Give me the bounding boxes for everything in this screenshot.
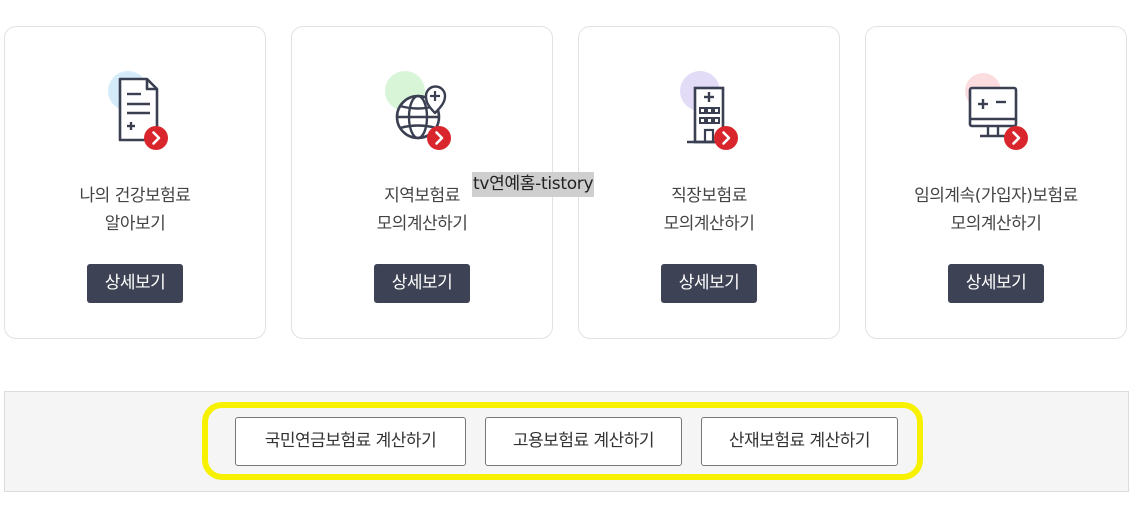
globe-pin-icon [382,71,462,151]
document-plus-icon [95,71,175,151]
hospital-building-icon [669,71,749,151]
card-title-line2: 모의계산하기 [950,214,1042,234]
card-my-health-insurance[interactable]: 나의 건강보험료 알아보기 상세보기 [4,26,266,339]
card-title: 나의 건강보험료 알아보기 [5,182,265,238]
detail-button[interactable]: 상세보기 [374,264,470,303]
card-title-line1: 임의계속(가입자)보험료 [914,186,1078,206]
card-title: 직장보험료 모의계산하기 [579,182,839,238]
monitor-calculator-icon [956,71,1036,151]
card-title: 임의계속(가입자)보험료 모의계산하기 [866,182,1126,238]
card-title-line2: 알아보기 [104,214,166,234]
card-title-line1: 직장보험료 [671,186,747,206]
card-workplace-insurance[interactable]: 직장보험료 모의계산하기 상세보기 [578,26,840,339]
industrial-accident-calc-button[interactable]: 산재보험료 계산하기 [701,417,898,466]
detail-button[interactable]: 상세보기 [87,264,183,303]
card-voluntary-insurance[interactable]: 임의계속(가입자)보험료 모의계산하기 상세보기 [865,26,1127,339]
detail-button[interactable]: 상세보기 [661,264,757,303]
watermark-label: tv연예홈-tistory [472,172,595,197]
employment-insurance-calc-button[interactable]: 고용보험료 계산하기 [485,417,682,466]
detail-button[interactable]: 상세보기 [948,264,1044,303]
card-title-line2: 모의계산하기 [376,214,468,234]
card-title-line2: 모의계산하기 [663,214,755,234]
card-title-line1: 나의 건강보험료 [79,186,191,206]
pension-calc-button[interactable]: 국민연금보험료 계산하기 [235,417,466,466]
